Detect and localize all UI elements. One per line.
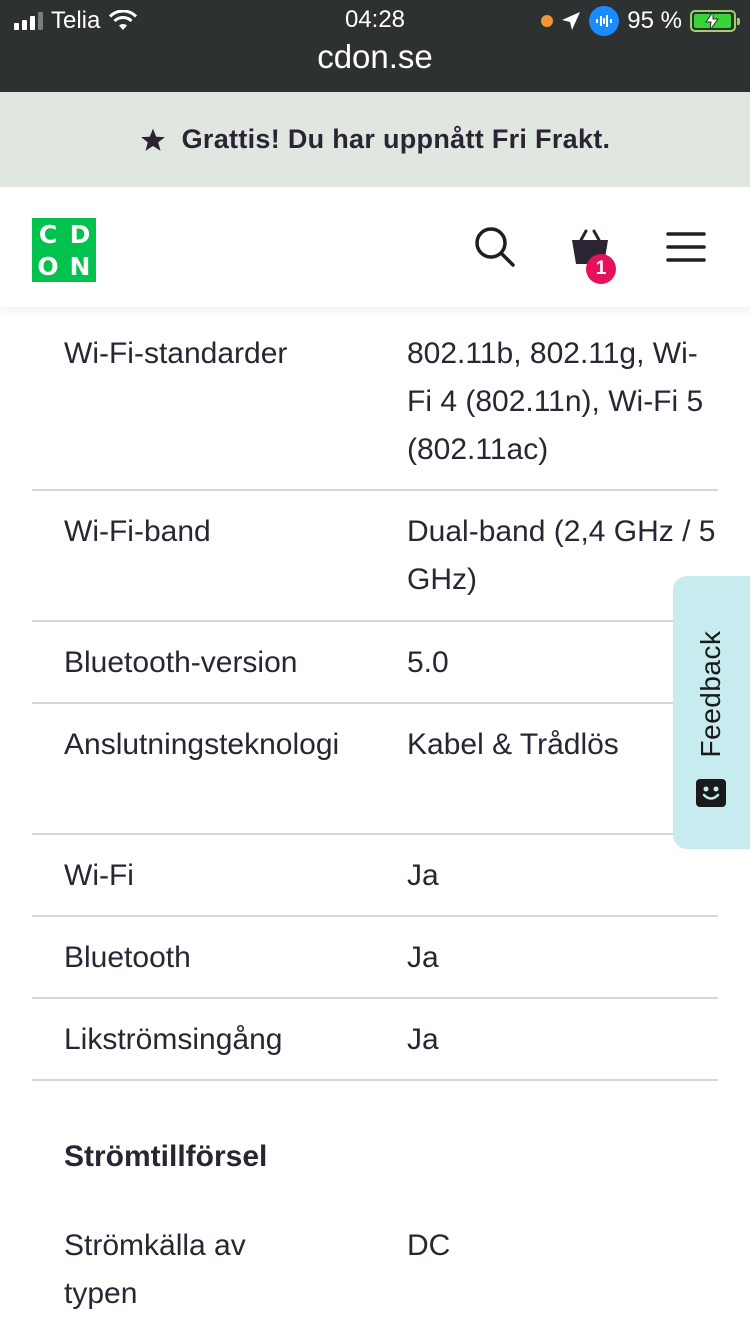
table-row: Wi-Fi Ja — [32, 835, 718, 917]
banner-text: Grattis! Du har uppnått Fri Frakt. — [181, 124, 611, 154]
table-row: Likströmsingång Ja — [32, 999, 718, 1081]
logo-letter: D — [69, 219, 91, 249]
search-icon — [475, 227, 515, 267]
spec-label: Wi-Fi — [64, 859, 134, 892]
spec-value: Ja — [407, 859, 439, 892]
hamburger-icon — [666, 232, 706, 262]
battery-icon — [690, 10, 740, 32]
search-button[interactable] — [465, 217, 525, 277]
cdon-logo[interactable]: C D O N — [32, 218, 96, 282]
battery-percent: 95 % — [627, 7, 682, 34]
spec-value: 802.11b, 802.11g, Wi-Fi 4 (802.11n), Wi-… — [407, 337, 704, 466]
logo-letter: C — [38, 219, 58, 249]
spec-value: 5.0 — [407, 646, 449, 679]
logo-letter: N — [69, 251, 91, 281]
spec-value: Kabel & Trådlös — [407, 728, 619, 761]
logo-letter: O — [37, 251, 59, 281]
table-row: Anslutningsteknologi Kabel & Trådlös — [32, 704, 718, 835]
spec-label: Wi-Fi-band — [64, 515, 211, 548]
status-bar: Telia 04:28 95 % cdon.se — [0, 0, 750, 92]
spec-label: Wi-Fi-standarder — [64, 337, 288, 370]
star-icon — [140, 128, 165, 151]
url-bar[interactable]: cdon.se — [0, 38, 750, 76]
free-shipping-banner: Grattis! Du har uppnått Fri Frakt. — [0, 92, 750, 187]
spec-label: Strömkälla av typen — [64, 1229, 246, 1310]
spec-label: Anslutningsteknologi — [64, 728, 340, 761]
site-header: C D O N — [0, 187, 750, 307]
menu-button[interactable] — [656, 217, 716, 277]
smiley-icon — [696, 779, 726, 807]
feedback-tab[interactable]: Feedback — [673, 576, 750, 849]
section-heading: Strömtillförsel — [64, 1140, 268, 1173]
spec-value: DC — [407, 1229, 451, 1262]
table-row: Bluetooth Ja — [32, 917, 718, 999]
spec-table: Wi-Fi-standarder 802.11b, 802.11g, Wi-Fi… — [32, 307, 718, 1081]
spec-value: Dual-band (2,4 GHz / 5 GHz) — [407, 515, 716, 596]
table-row: Bluetooth-version 5.0 — [32, 622, 718, 704]
recording-dot-icon — [541, 15, 554, 27]
spec-label: Bluetooth-version — [64, 646, 298, 679]
table-row: Strömkälla av typen DC — [32, 1222, 718, 1318]
table-row: Wi-Fi-band Dual-band (2,4 GHz / 5 GHz) — [32, 491, 718, 622]
audio-icon — [589, 6, 620, 36]
feedback-label: Feedback — [695, 630, 726, 758]
status-right: 95 % — [541, 6, 740, 36]
spec-value: Ja — [407, 941, 439, 974]
spec-label: Bluetooth — [64, 941, 191, 974]
cart-count-badge: 1 — [586, 254, 616, 284]
location-arrow-icon — [562, 12, 581, 30]
spec-value: Ja — [407, 1023, 439, 1056]
table-row: Wi-Fi-standarder 802.11b, 802.11g, Wi-Fi… — [32, 307, 718, 491]
spec-label: Likströmsingång — [64, 1023, 283, 1056]
